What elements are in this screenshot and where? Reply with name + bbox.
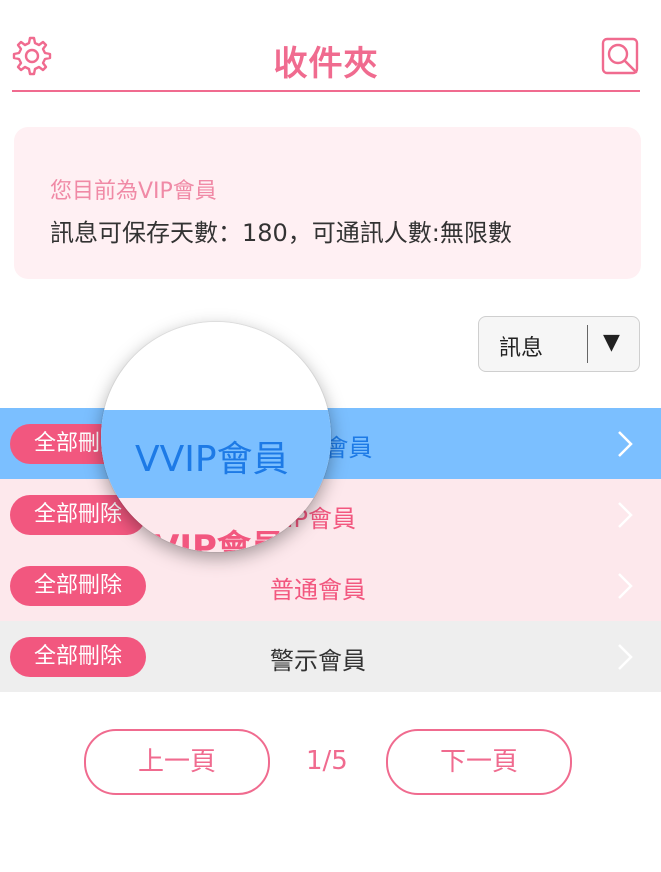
delete-all-button[interactable]: 全部刪除	[10, 566, 146, 606]
chevron-right-icon	[618, 644, 633, 670]
category-label: 普通會員	[270, 576, 366, 604]
chevron-right-icon	[618, 573, 633, 599]
next-page-button[interactable]: 下一頁	[386, 729, 572, 795]
prev-page-button[interactable]: 上一頁	[84, 729, 270, 795]
chevron-right-icon	[618, 502, 633, 528]
message-type-select[interactable]: 訊息 ▼	[478, 316, 640, 372]
page-title: 收件夾	[273, 44, 379, 84]
dropdown-arrow-icon[interactable]: ▼	[603, 330, 620, 355]
select-value: 訊息	[499, 336, 544, 361]
delete-all-button[interactable]: 全部刪除	[10, 637, 146, 677]
magnified-vip-label: VIP會員	[153, 528, 285, 552]
membership-limits: 訊息可保存天數：180，可通訊人數:無限數	[50, 219, 512, 247]
chevron-right-icon	[618, 431, 633, 457]
magnified-vvip-label: VVIP會員	[135, 439, 289, 480]
list-item-normal[interactable]: 全部刪除 普通會員	[0, 550, 661, 621]
magnifier-background	[101, 322, 331, 410]
app-header: 收件夾	[12, 0, 640, 92]
membership-notice: 您目前為VIP會員 訊息可保存天數：180，可通訊人數:無限數	[14, 127, 641, 279]
category-label: 警示會員	[270, 647, 366, 675]
search-icon[interactable]	[600, 36, 640, 76]
list-item-warning[interactable]: 全部刪除 警示會員	[0, 621, 661, 692]
membership-status: 您目前為VIP會員	[50, 179, 217, 204]
page-indicator: 1/5	[306, 746, 348, 776]
magnifier-overlay: VVIP會員 VIP會員	[101, 322, 331, 552]
select-divider	[587, 325, 588, 363]
